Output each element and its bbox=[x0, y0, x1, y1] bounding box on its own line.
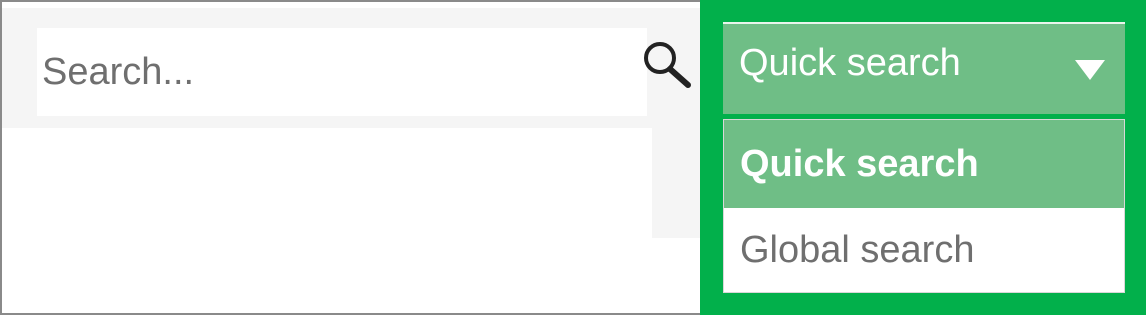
search-icon[interactable] bbox=[640, 40, 696, 90]
option-global-search[interactable]: Global search bbox=[724, 208, 1124, 292]
caret-down-icon bbox=[1075, 60, 1105, 80]
search-box bbox=[37, 28, 647, 116]
results-panel-edge bbox=[652, 128, 702, 238]
search-input[interactable] bbox=[37, 28, 637, 116]
dropdown-selected-label: Quick search bbox=[739, 42, 961, 84]
dropdown-options-list: Quick search Global search bbox=[723, 119, 1125, 293]
search-scope-dropdown[interactable]: Quick search bbox=[723, 22, 1125, 114]
option-quick-search[interactable]: Quick search bbox=[724, 120, 1124, 208]
